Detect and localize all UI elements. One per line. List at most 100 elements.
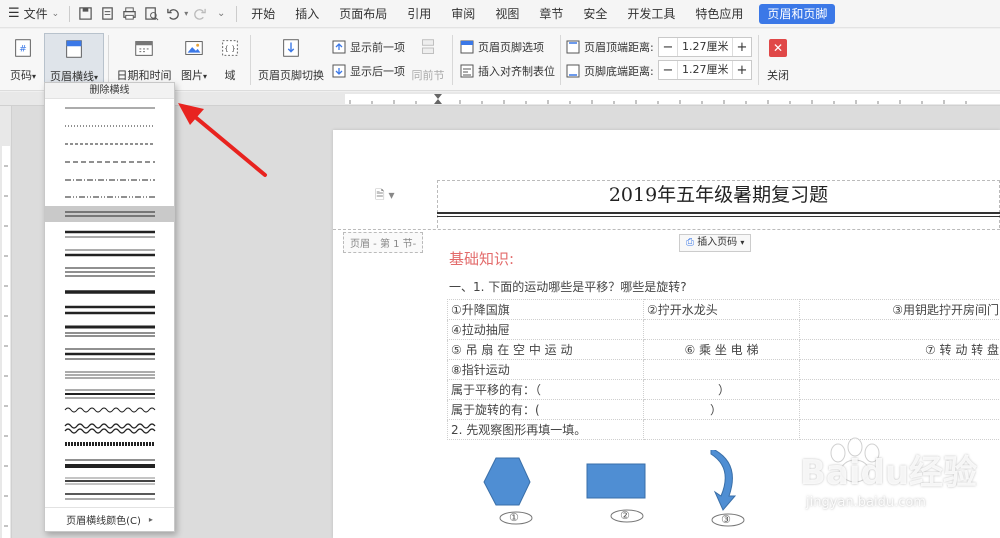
- show-next-button[interactable]: 显示后一项: [332, 63, 405, 79]
- table-cell[interactable]: [643, 319, 800, 340]
- line-style-triple-thin: [65, 371, 155, 379]
- table-cell[interactable]: ⑥ 乘 坐 电 梯: [643, 339, 800, 360]
- divider: [250, 35, 251, 85]
- table-cell[interactable]: 属于旋转的有：(: [447, 399, 644, 420]
- line-style-wave: [64, 407, 156, 413]
- tab-home[interactable]: 开始: [241, 0, 285, 28]
- watermark-url: jingyan.baidu.com: [806, 495, 926, 510]
- header-distance-icon: [566, 40, 580, 54]
- footer-bottom-stepper[interactable]: − 1.27厘米 +: [658, 60, 752, 80]
- line-style-thick-double: [65, 325, 155, 337]
- table-cell[interactable]: ）: [643, 399, 800, 420]
- customize-toolbar-icon[interactable]: ⌄: [210, 3, 232, 25]
- shape-label: ③: [721, 513, 731, 526]
- increment-button[interactable]: +: [733, 38, 751, 56]
- ruler-ticks: [2, 146, 10, 538]
- picture-button[interactable]: 图片▾: [178, 33, 210, 83]
- header-top-distance: 页眉顶端距离:: [566, 39, 654, 55]
- header-line-button[interactable]: 页眉横线▾: [44, 33, 104, 85]
- table-cell[interactable]: ①升降国旗: [447, 299, 644, 320]
- redo-icon[interactable]: [188, 3, 210, 25]
- header-title[interactable]: 2019年五年级暑期复习题: [437, 180, 1000, 210]
- tab-header-footer[interactable]: 页眉和页脚: [759, 3, 836, 24]
- date-time-button[interactable]: 日期和时间: [114, 33, 174, 83]
- watermark-brand: Baidu经验: [800, 453, 978, 493]
- tab-developer[interactable]: 开发工具: [617, 0, 685, 28]
- close-header-footer-button[interactable]: ✕ 关闭: [764, 33, 792, 83]
- header-footer-options-button[interactable]: 页眉页脚选项: [460, 39, 544, 55]
- vertical-ruler[interactable]: [0, 106, 12, 538]
- table-cell[interactable]: [799, 379, 1000, 400]
- divider: [69, 5, 71, 22]
- export-pdf-icon[interactable]: [96, 3, 118, 25]
- table-cell[interactable]: 2. 先观察图形再填一填。: [447, 419, 644, 440]
- page-number-button[interactable]: # 页码▾: [4, 33, 42, 83]
- table-cell[interactable]: ②拧开水龙头: [643, 299, 800, 320]
- document-icon[interactable]: 🗎 ▾: [375, 186, 395, 207]
- link-icon: [415, 35, 441, 61]
- field-button[interactable]: { } 域: [216, 33, 244, 83]
- file-menu-label: 文件: [23, 7, 48, 21]
- table-cell[interactable]: ⑦ 转 动 转 盘: [799, 339, 1000, 360]
- decrement-button[interactable]: −: [659, 61, 677, 79]
- tab-security[interactable]: 安全: [573, 0, 617, 28]
- tab-review[interactable]: 审阅: [441, 0, 485, 28]
- table-cell[interactable]: 属于平移的有：（: [447, 379, 644, 400]
- footer-bottom-input[interactable]: 1.27厘米: [677, 61, 733, 79]
- table-cell[interactable]: [799, 359, 1000, 380]
- chevron-down-icon: ▾: [93, 73, 98, 82]
- save-icon[interactable]: [74, 3, 96, 25]
- line-style-highlight: [45, 206, 174, 222]
- header-line-color-label: 页眉横线颜色(C): [66, 516, 141, 527]
- header-top-input[interactable]: 1.27厘米: [677, 38, 733, 56]
- tab-references[interactable]: 引用: [397, 0, 441, 28]
- tab-page-layout[interactable]: 页面布局: [329, 0, 397, 28]
- table-row: ⑤ 吊 扇 在 空 中 运 动 ⑥ 乘 坐 电 梯 ⑦ 转 动 转 盘: [447, 339, 1000, 360]
- tab-insert[interactable]: 插入: [285, 0, 329, 28]
- insert-align-tab-button[interactable]: 插入对齐制表位: [460, 63, 555, 79]
- chevron-down-icon: ▾: [202, 72, 207, 81]
- increment-button[interactable]: +: [733, 61, 751, 79]
- curved-arrow-shape: [710, 450, 737, 511]
- table-cell[interactable]: ④拉动抽屉: [447, 319, 644, 340]
- print-preview-icon[interactable]: [140, 3, 162, 25]
- page-number-label: 页码: [9, 69, 32, 82]
- header-line-color-item[interactable]: 页眉横线颜色(C) ▸: [45, 507, 174, 531]
- footer-distance-icon: [566, 64, 580, 78]
- insert-page-number-button[interactable]: ⎙ 插入页码 ▾: [679, 234, 752, 252]
- switch-header-footer-button[interactable]: 页眉页脚切换: [256, 33, 326, 83]
- table-cell[interactable]: [643, 359, 800, 380]
- table-cell[interactable]: [799, 319, 1000, 340]
- file-menu[interactable]: ☰ 文件 ⌄: [0, 0, 65, 28]
- delete-line-item[interactable]: 删除横线: [45, 83, 174, 99]
- decrement-button[interactable]: −: [659, 38, 677, 56]
- tab-special-apps[interactable]: 特色应用: [685, 0, 753, 28]
- indent-marker-bottom: [434, 99, 442, 104]
- footer-bottom-distance: 页脚底端距离:: [566, 63, 654, 79]
- print-icon[interactable]: [118, 3, 140, 25]
- header-rule-thick: [437, 212, 1000, 214]
- divider: [452, 35, 453, 85]
- line-style-double-2: [65, 493, 155, 500]
- undo-icon[interactable]: [162, 3, 184, 25]
- same-as-previous-button[interactable]: 同前节: [410, 33, 446, 83]
- header-line-dropdown: 删除横线 页眉横线颜色(C) ▸: [44, 82, 175, 532]
- table-cell[interactable]: ）: [643, 379, 800, 400]
- table-cell[interactable]: ③用钥匙拧开房间门: [799, 299, 1000, 320]
- table-cell[interactable]: [799, 399, 1000, 420]
- switch-icon: [278, 35, 304, 61]
- table-cell[interactable]: ⑧指针运动: [447, 359, 644, 380]
- table-cell[interactable]: ⑤ 吊 扇 在 空 中 运 动: [447, 339, 644, 360]
- header-top-stepper[interactable]: − 1.27厘米 +: [658, 37, 752, 57]
- chevron-down-icon: ▾: [740, 238, 745, 247]
- line-style-double-wave: [64, 423, 156, 434]
- show-previous-button[interactable]: 显示前一项: [332, 39, 405, 55]
- picture-icon: [181, 35, 207, 61]
- calendar-icon: [131, 35, 157, 61]
- tab-section[interactable]: 章节: [529, 0, 573, 28]
- picture-label: 图片: [180, 69, 203, 82]
- line-style-double-thick: [65, 305, 155, 315]
- header-section-tag: 页眉 - 第 1 节-: [343, 232, 424, 253]
- close-icon: ✕: [765, 35, 791, 61]
- tab-view[interactable]: 视图: [485, 0, 529, 28]
